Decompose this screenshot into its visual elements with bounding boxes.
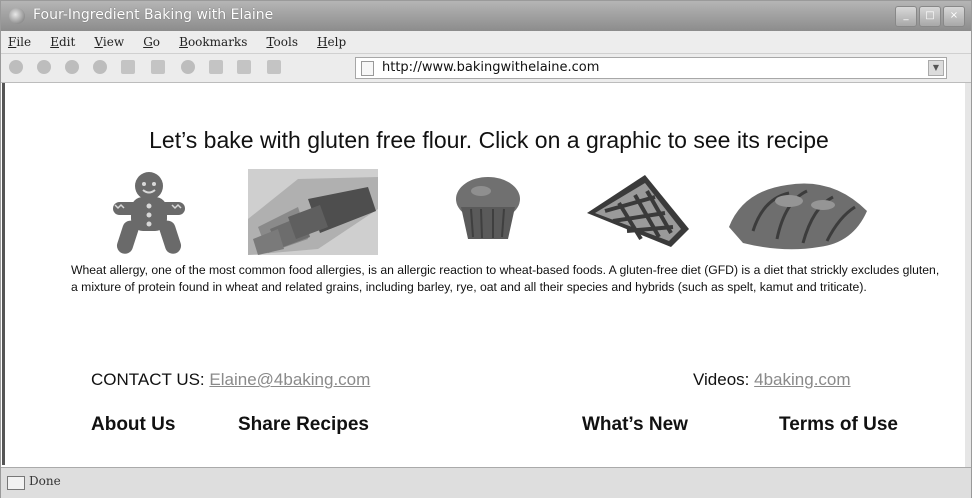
menu-tools[interactable]: Tools — [259, 32, 305, 49]
menu-bar: File Edit View Go Bookmarks Tools Help — [1, 31, 971, 54]
videos: Videos: 4baking.com — [693, 370, 851, 390]
croissant-icon[interactable] — [723, 171, 873, 257]
contact-us: CONTACT US: Elaine@4baking.com — [91, 370, 370, 390]
history-icon[interactable] — [209, 60, 223, 74]
contact-label: CONTACT US: — [91, 370, 205, 389]
pie-slice-icon[interactable] — [585, 173, 693, 253]
title-bar: Four-Ingredient Baking with Elaine _ □ × — [1, 1, 971, 31]
address-bar[interactable]: http://www.bakingwithelaine.com ▼ — [355, 57, 947, 79]
star-icon[interactable] — [181, 60, 195, 74]
menu-edit[interactable]: Edit — [43, 32, 82, 49]
status-icon — [7, 476, 25, 490]
status-bar: Done — [1, 467, 971, 498]
bread-loaf-icon[interactable] — [248, 169, 378, 259]
back-icon[interactable] — [9, 60, 23, 74]
menu-go[interactable]: Go — [136, 32, 167, 49]
tabs-icon[interactable] — [151, 60, 165, 74]
share-recipes-link[interactable]: Share Recipes — [238, 414, 369, 436]
muffin-icon[interactable] — [453, 173, 523, 245]
about-us-link[interactable]: About Us — [91, 414, 175, 436]
contact-email-link[interactable]: Elaine@4baking.com — [209, 370, 370, 389]
reload-icon[interactable] — [65, 60, 79, 74]
address-dropdown-icon[interactable]: ▼ — [928, 60, 944, 76]
status-text: Done — [29, 474, 61, 488]
gingerbread-man-icon[interactable] — [109, 169, 189, 261]
window-controls: _ □ × — [895, 6, 965, 27]
download-icon[interactable] — [267, 60, 281, 74]
maximize-icon[interactable]: □ — [919, 6, 941, 27]
navigation-toolbar: http://www.bakingwithelaine.com ▼ — [1, 54, 971, 83]
terms-of-use-link[interactable]: Terms of Use — [779, 414, 898, 436]
gluten-info-paragraph: Wheat allergy, one of the most common fo… — [71, 263, 940, 294]
page-content: Let’s bake with gluten free flour. Click… — [2, 83, 970, 465]
videos-label: Videos: — [693, 370, 750, 389]
window-title: Four-Ingredient Baking with Elaine — [33, 7, 274, 23]
whats-new-link[interactable]: What’s New — [582, 414, 688, 436]
menu-file[interactable]: File — [1, 32, 38, 49]
scrollbar[interactable] — [965, 83, 971, 467]
menu-help[interactable]: Help — [310, 32, 353, 49]
print-icon[interactable] — [237, 60, 251, 74]
menu-bookmarks[interactable]: Bookmarks — [172, 32, 254, 49]
page-headline: Let’s bake with gluten free flour. Click… — [149, 127, 829, 153]
address-url[interactable]: http://www.bakingwithelaine.com — [382, 60, 599, 75]
menu-view[interactable]: View — [87, 32, 131, 49]
videos-link[interactable]: 4baking.com — [754, 370, 850, 389]
page-icon — [361, 61, 374, 76]
home-icon[interactable] — [121, 60, 135, 74]
forward-icon[interactable] — [37, 60, 51, 74]
close-icon[interactable]: × — [943, 6, 965, 27]
browser-window: Four-Ingredient Baking with Elaine _ □ ×… — [0, 0, 972, 498]
minimize-icon[interactable]: _ — [895, 6, 917, 27]
stop-icon[interactable] — [93, 60, 107, 74]
browser-app-icon — [9, 8, 25, 24]
